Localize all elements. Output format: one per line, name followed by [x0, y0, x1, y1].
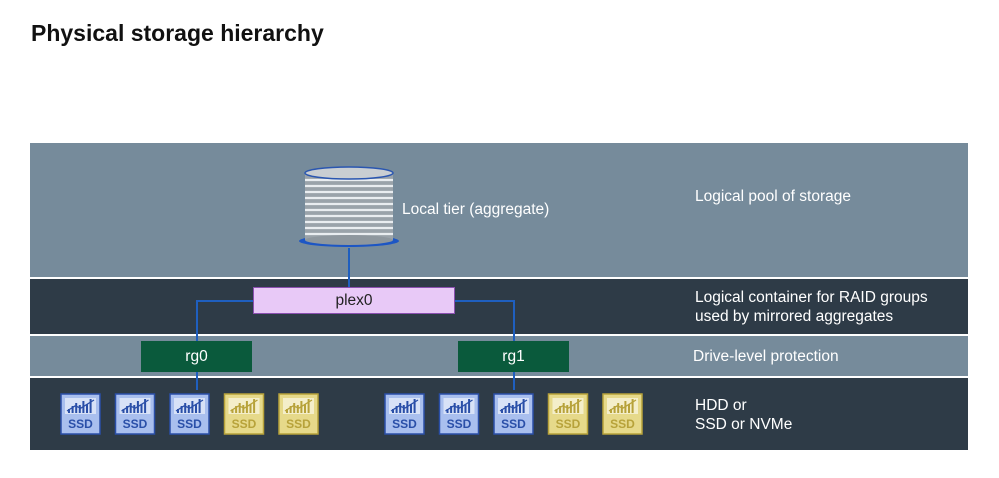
ssd-drive-icon: SSD [602, 393, 643, 435]
ssd-drive-icon: SSD [384, 393, 425, 435]
ssd-drive-label: SSD [123, 417, 148, 431]
ssd-drive-label: SSD [177, 417, 202, 431]
ssd-drive-icon: SSD [223, 393, 265, 435]
ssd-drive-label: SSD [68, 417, 93, 431]
ssd-drive-icon: SSD [60, 393, 101, 435]
ssd-drive-label: SSD [286, 417, 311, 431]
ssd-drive-icon: SSD [493, 393, 534, 435]
ssd-drive-icon: SSD [438, 393, 480, 435]
ssd-drive-label: SSD [447, 417, 472, 431]
ssd-drive-icon: SSD [114, 393, 156, 435]
ssd-drive-label: SSD [610, 417, 635, 431]
ssd-drive-label: SSD [501, 417, 526, 431]
ssd-drive-icon: SSD [278, 393, 319, 435]
ssd-drive-label: SSD [232, 417, 257, 431]
ssd-drive-label: SSD [392, 417, 417, 431]
drive-icons: SSD SSD SSD SSD SSD SSD SSD SSD SSD SSD [60, 393, 643, 435]
ssd-drive-label: SSD [556, 417, 581, 431]
ssd-drive-icon: SSD [169, 393, 210, 435]
ssd-drive-icon: SSD [547, 393, 589, 435]
